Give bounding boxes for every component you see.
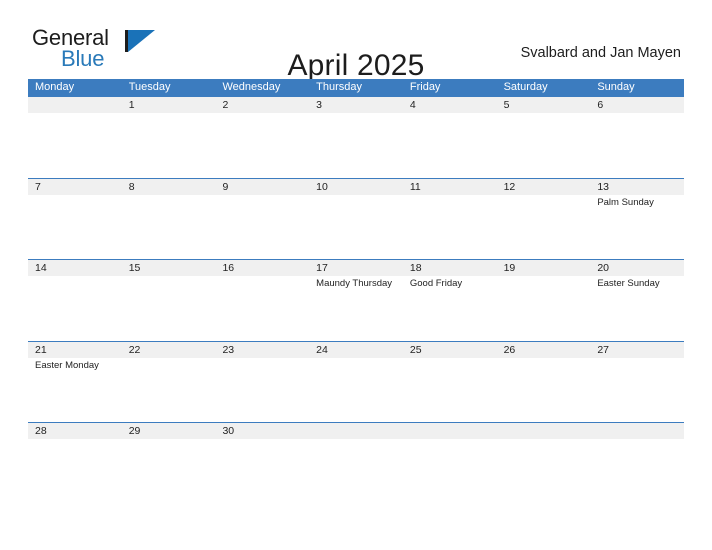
day-cell-12[interactable]: 12	[497, 179, 591, 260]
day-cell-1[interactable]: 1	[122, 97, 216, 178]
calendar-week-row: 28 29 30	[28, 422, 684, 504]
day-number: 23	[222, 343, 235, 356]
day-cell-empty	[403, 423, 497, 504]
day-event-label: Easter Sunday	[597, 278, 660, 289]
day-event-label: Maundy Thursday	[316, 278, 393, 289]
day-cell-28[interactable]: 28	[28, 423, 122, 504]
day-number: 28	[35, 425, 47, 437]
day-cell-2[interactable]: 2	[215, 97, 309, 178]
day-cell-6[interactable]: 6	[590, 97, 684, 178]
day-cell-30[interactable]: 30	[215, 423, 309, 504]
day-number: 30	[222, 425, 235, 437]
day-number: 17	[316, 262, 328, 274]
day-number: 10	[316, 180, 328, 193]
day-cell-26[interactable]: 26	[497, 342, 591, 423]
weekday-header-friday: Friday	[409, 81, 441, 93]
day-cell-4[interactable]: 4	[403, 97, 497, 178]
weekday-header-row: Monday Tuesday Wednesday Thursday Friday Satu…	[28, 79, 684, 96]
day-cell-3[interactable]: 3	[309, 97, 403, 178]
day-number: 5	[503, 99, 510, 111]
weekday-header-saturday: Saturday	[503, 81, 548, 93]
day-number: 8	[128, 180, 135, 193]
day-event-label: Palm Sunday	[597, 196, 654, 208]
day-number: 16	[222, 262, 235, 274]
day-number: 27	[597, 343, 609, 356]
day-cell-empty	[28, 97, 122, 178]
day-cell-18[interactable]: 18 Good Friday	[403, 260, 497, 341]
day-number: 13	[597, 180, 609, 193]
day-event-label: Easter Monday	[35, 359, 99, 371]
weekday-header-wednesday: Wednesday	[222, 81, 281, 93]
day-number: 25	[409, 343, 422, 356]
day-cell-empty	[309, 423, 403, 504]
day-number: 19	[503, 262, 516, 274]
day-cell-empty	[590, 423, 684, 504]
calendar-weeks-container: 1 2 3 4 5 6 7 8 9 10 11 12 13 Palm Sunday 14 15 16 17 Maun…	[28, 96, 684, 504]
day-number: 29	[128, 425, 141, 437]
day-cell-29[interactable]: 29	[122, 423, 216, 504]
day-number: 11	[409, 180, 421, 193]
day-event-label: Good Friday	[409, 278, 463, 289]
page-header: General Blue April 2025 Svalbard and Jan…	[0, 0, 712, 83]
day-cell-25[interactable]: 25	[403, 342, 497, 423]
day-number: 2	[222, 99, 229, 111]
day-number: 15	[128, 262, 141, 274]
calendar-week-row: 21 Easter Monday 22 23 24 25 26 27	[28, 340, 684, 423]
day-number: 22	[128, 343, 141, 356]
day-cell-23[interactable]: 23	[215, 342, 309, 423]
day-cell-22[interactable]: 22	[122, 342, 216, 423]
day-cell-16[interactable]: 16	[215, 260, 309, 341]
weekday-header-thursday: Thursday	[316, 81, 363, 93]
region-label: Svalbard and Jan Mayen	[520, 45, 681, 61]
day-number: 4	[409, 99, 416, 111]
calendar-grid: Monday Tuesday Wednesday Thursday Friday Satu…	[28, 79, 684, 504]
day-number: 14	[35, 262, 47, 274]
day-cell-9[interactable]: 9	[215, 179, 309, 260]
calendar-week-row: 7 8 9 10 11 12 13 Palm Sunday	[28, 177, 684, 260]
day-cell-8[interactable]: 8	[122, 179, 216, 260]
day-cell-17[interactable]: 17 Maundy Thursday	[309, 260, 403, 341]
day-cell-20[interactable]: 20 Easter Sunday	[590, 260, 684, 341]
day-number: 12	[503, 180, 516, 193]
calendar-week-row: 1 2 3 4 5 6	[28, 96, 684, 178]
day-cell-27[interactable]: 27	[590, 342, 684, 423]
day-number: 1	[128, 99, 135, 111]
day-cell-5[interactable]: 5	[497, 97, 591, 178]
day-cell-empty	[497, 423, 591, 504]
day-cell-7[interactable]: 7	[28, 179, 122, 260]
day-number: 9	[222, 180, 229, 193]
day-cell-21[interactable]: 21 Easter Monday	[28, 342, 122, 423]
day-cell-19[interactable]: 19	[497, 260, 591, 341]
day-cell-11[interactable]: 11	[403, 179, 497, 260]
day-number: 18	[409, 262, 422, 274]
calendar-week-row: 14 15 16 17 Maundy Thursday 18 Good Friday 19 20…	[28, 259, 684, 341]
day-number: 7	[35, 180, 41, 193]
weekday-header-sunday: Sunday	[597, 81, 635, 93]
day-cell-10[interactable]: 10	[309, 179, 403, 260]
day-number: 26	[503, 343, 516, 356]
day-number: 6	[597, 99, 604, 111]
day-number: 24	[316, 343, 328, 356]
day-number: 3	[316, 99, 322, 111]
weekday-header-tuesday: Tuesday	[128, 81, 171, 93]
day-number: 21	[35, 343, 47, 356]
day-number: 20	[597, 262, 609, 274]
day-cell-24[interactable]: 24	[309, 342, 403, 423]
day-cell-14[interactable]: 14	[28, 260, 122, 341]
day-cell-15[interactable]: 15	[122, 260, 216, 341]
weekday-header-monday: Monday	[35, 81, 75, 93]
day-cell-13[interactable]: 13 Palm Sunday	[590, 179, 684, 260]
